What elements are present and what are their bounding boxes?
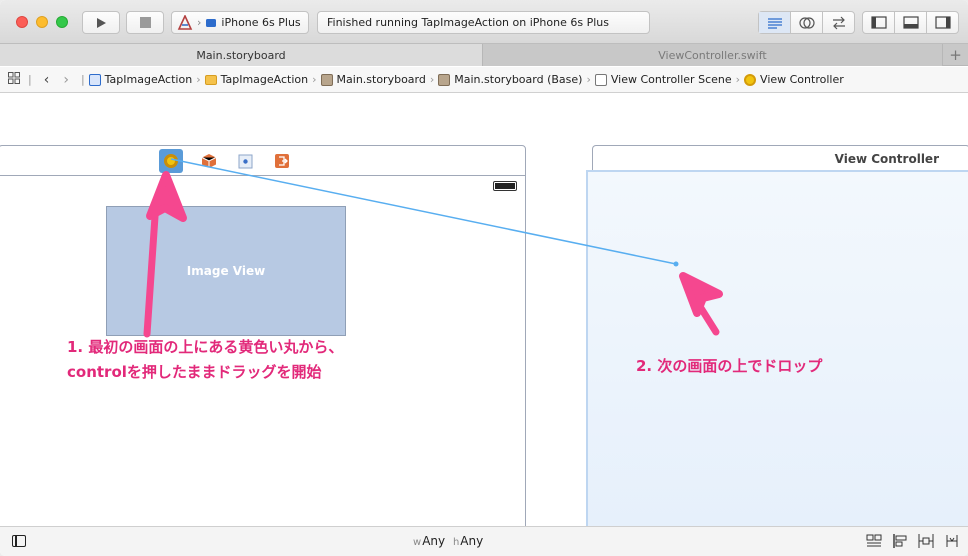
- right-panel-icon: [934, 16, 951, 29]
- add-tab-button[interactable]: +: [943, 44, 968, 65]
- connection-drag-line: [170, 158, 677, 265]
- version-editor-icon: [832, 16, 845, 29]
- close-window-button[interactable]: [16, 16, 28, 28]
- instruction-step-1-line1: 1. 最初の画面の上にある黄色い丸から、: [67, 338, 344, 356]
- resolve-issues-icon[interactable]: [944, 533, 960, 549]
- storyboard-icon: [320, 73, 333, 86]
- breadcrumb-group[interactable]: TapImageAction: [204, 73, 308, 86]
- stop-icon: [139, 17, 151, 28]
- layout-tools: [866, 533, 960, 549]
- toolbar: › iPhone 6s Plus Finished running TapIma…: [0, 0, 968, 44]
- related-items-icon[interactable]: [8, 72, 20, 87]
- instruction-step-1: 1. 最初の画面の上にある黄色い丸から、 controlを押したままドラッグを開…: [67, 335, 343, 385]
- size-class-w-prefix: w: [413, 537, 422, 548]
- assistant-editor-button[interactable]: [791, 12, 823, 33]
- bottom-panel-icon: [902, 16, 919, 29]
- back-button[interactable]: ‹: [44, 72, 50, 88]
- drag-end-point: [673, 261, 679, 267]
- run-button[interactable]: [82, 11, 120, 34]
- align-icon[interactable]: [892, 533, 908, 549]
- breadcrumb-storyboard-base[interactable]: Main.storyboard (Base): [438, 73, 582, 86]
- storyboard-base-icon: [438, 73, 451, 86]
- assistant-editor-icon: [798, 16, 815, 29]
- left-panel-icon: [870, 16, 887, 29]
- tab-viewcontroller-swift[interactable]: ViewController.swift: [483, 44, 943, 66]
- editor-tab-bar: Main.storyboard ViewController.swift +: [0, 44, 968, 66]
- tab-main-storyboard[interactable]: Main.storyboard: [0, 44, 483, 66]
- instruction-step-1-line2: controlを押したままドラッグを開始: [67, 363, 322, 381]
- forward-button[interactable]: ›: [63, 72, 69, 88]
- scene-icon: [594, 73, 607, 86]
- chevron-right-icon: ›: [197, 16, 202, 29]
- jump-bar: | ‹ › | TapImageAction › TapImageAction …: [0, 67, 968, 93]
- standard-editor-icon: [767, 17, 782, 29]
- standard-editor-button[interactable]: [759, 12, 791, 33]
- stop-button[interactable]: [126, 11, 164, 34]
- arrow-up-icon: [143, 171, 187, 338]
- device-icon: [206, 18, 217, 27]
- xcode-window: › iPhone 6s Plus Finished running TapIma…: [0, 0, 968, 556]
- canvas-bottom-bar: wAny hAny: [0, 526, 968, 556]
- size-class-h-value: Any: [460, 534, 484, 548]
- storyboard-canvas[interactable]: Image View View Controller 1. 最初の画面の上にある…: [0, 94, 968, 535]
- activity-status: Finished running TapImageAction on iPhon…: [317, 11, 650, 34]
- minimize-window-button[interactable]: [36, 16, 48, 28]
- folder-icon: [204, 74, 217, 85]
- app-scheme-icon: [177, 14, 193, 30]
- breadcrumb-view-controller[interactable]: View Controller: [744, 73, 844, 86]
- project-file-icon: [88, 73, 101, 86]
- document-outline-toggle-icon[interactable]: [12, 535, 26, 547]
- scheme-device-label: iPhone 6s Plus: [221, 16, 301, 29]
- zoom-window-button[interactable]: [56, 16, 68, 28]
- play-icon: [97, 17, 106, 28]
- size-class-h-prefix: h: [452, 537, 460, 548]
- breadcrumb-scene[interactable]: View Controller Scene: [594, 73, 732, 86]
- pin-icon[interactable]: [918, 533, 934, 549]
- status-message: Finished running TapImageAction on iPhon…: [327, 16, 609, 29]
- utilities-toggle-button[interactable]: [927, 12, 958, 33]
- navigator-toggle-button[interactable]: [863, 12, 895, 33]
- scheme-selector[interactable]: › iPhone 6s Plus: [171, 11, 309, 34]
- annotation-overlay: [143, 158, 723, 338]
- stack-icon[interactable]: [866, 533, 882, 549]
- version-editor-button[interactable]: [823, 12, 854, 33]
- size-class-w-value: Any: [422, 534, 446, 548]
- size-class-control[interactable]: wAny hAny: [413, 534, 483, 548]
- panel-toggle-group: [862, 11, 959, 34]
- view-controller-icon: [744, 73, 757, 86]
- instruction-step-2: 2. 次の画面の上でドロップ: [636, 357, 823, 375]
- arrow-up-left-icon: [679, 272, 723, 336]
- editor-mode-group: [758, 11, 855, 34]
- debug-toggle-button[interactable]: [895, 12, 927, 33]
- breadcrumb-project[interactable]: TapImageAction: [88, 73, 192, 86]
- breadcrumb-storyboard[interactable]: Main.storyboard: [320, 73, 426, 86]
